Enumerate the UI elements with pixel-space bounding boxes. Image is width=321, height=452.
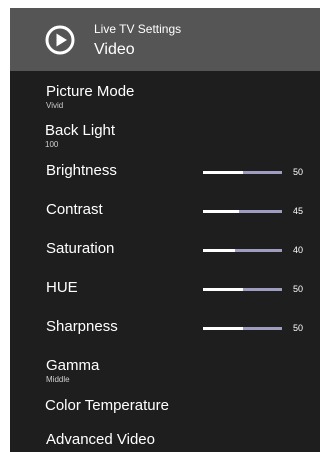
picture-mode-label: Picture Mode [46, 83, 135, 100]
brightness-slider[interactable] [203, 171, 282, 174]
menu-item-hue[interactable]: HUE 50 [10, 279, 320, 309]
menu-item-color-temperature[interactable]: Color Temperature [10, 397, 320, 423]
contrast-label: Contrast [46, 201, 103, 218]
menu-item-picture-mode[interactable]: Picture Mode Vivid [10, 83, 320, 119]
play-circle-icon [45, 25, 75, 55]
color-temperature-label: Color Temperature [45, 397, 169, 414]
settings-header: Live TV Settings Video [10, 8, 320, 71]
menu-item-back-light[interactable]: Back Light 100 [10, 122, 320, 158]
sharpness-label: Sharpness [46, 318, 118, 335]
hue-label: HUE [46, 279, 78, 296]
saturation-slider-fill [203, 249, 235, 252]
gamma-label: Gamma [46, 357, 100, 374]
menu-item-brightness[interactable]: Brightness 50 [10, 162, 320, 192]
menu-item-advanced-video[interactable]: Advanced Video [10, 431, 320, 452]
menu-item-sharpness[interactable]: Sharpness 50 [10, 318, 320, 348]
hue-slider-fill [203, 288, 243, 291]
header-title: Video [94, 41, 135, 58]
contrast-value: 45 [293, 206, 304, 216]
saturation-value: 40 [293, 245, 304, 255]
saturation-slider[interactable] [203, 249, 282, 252]
brightness-label: Brightness [46, 162, 117, 179]
header-subtitle: Live TV Settings [94, 22, 182, 36]
brightness-value: 50 [293, 167, 304, 177]
brightness-slider-fill [203, 171, 243, 174]
sharpness-slider[interactable] [203, 327, 282, 330]
menu-item-contrast[interactable]: Contrast 45 [10, 201, 320, 231]
sharpness-slider-fill [203, 327, 243, 330]
advanced-video-label: Advanced Video [46, 431, 155, 448]
menu-item-gamma[interactable]: Gamma Middle [10, 357, 320, 393]
back-light-value: 100 [45, 140, 59, 149]
saturation-label: Saturation [46, 240, 115, 257]
video-settings-menu: Picture Mode Vivid Back Light 100 Bright… [10, 71, 320, 452]
contrast-slider-fill [203, 210, 239, 213]
picture-mode-value: Vivid [46, 101, 64, 110]
hue-value: 50 [293, 284, 304, 294]
contrast-slider[interactable] [203, 210, 282, 213]
gamma-value: Middle [46, 375, 70, 384]
hue-slider[interactable] [203, 288, 282, 291]
sharpness-value: 50 [293, 323, 304, 333]
settings-panel: Live TV Settings Video Picture Mode Vivi… [10, 8, 320, 452]
menu-item-saturation[interactable]: Saturation 40 [10, 240, 320, 270]
back-light-label: Back Light [45, 122, 116, 139]
